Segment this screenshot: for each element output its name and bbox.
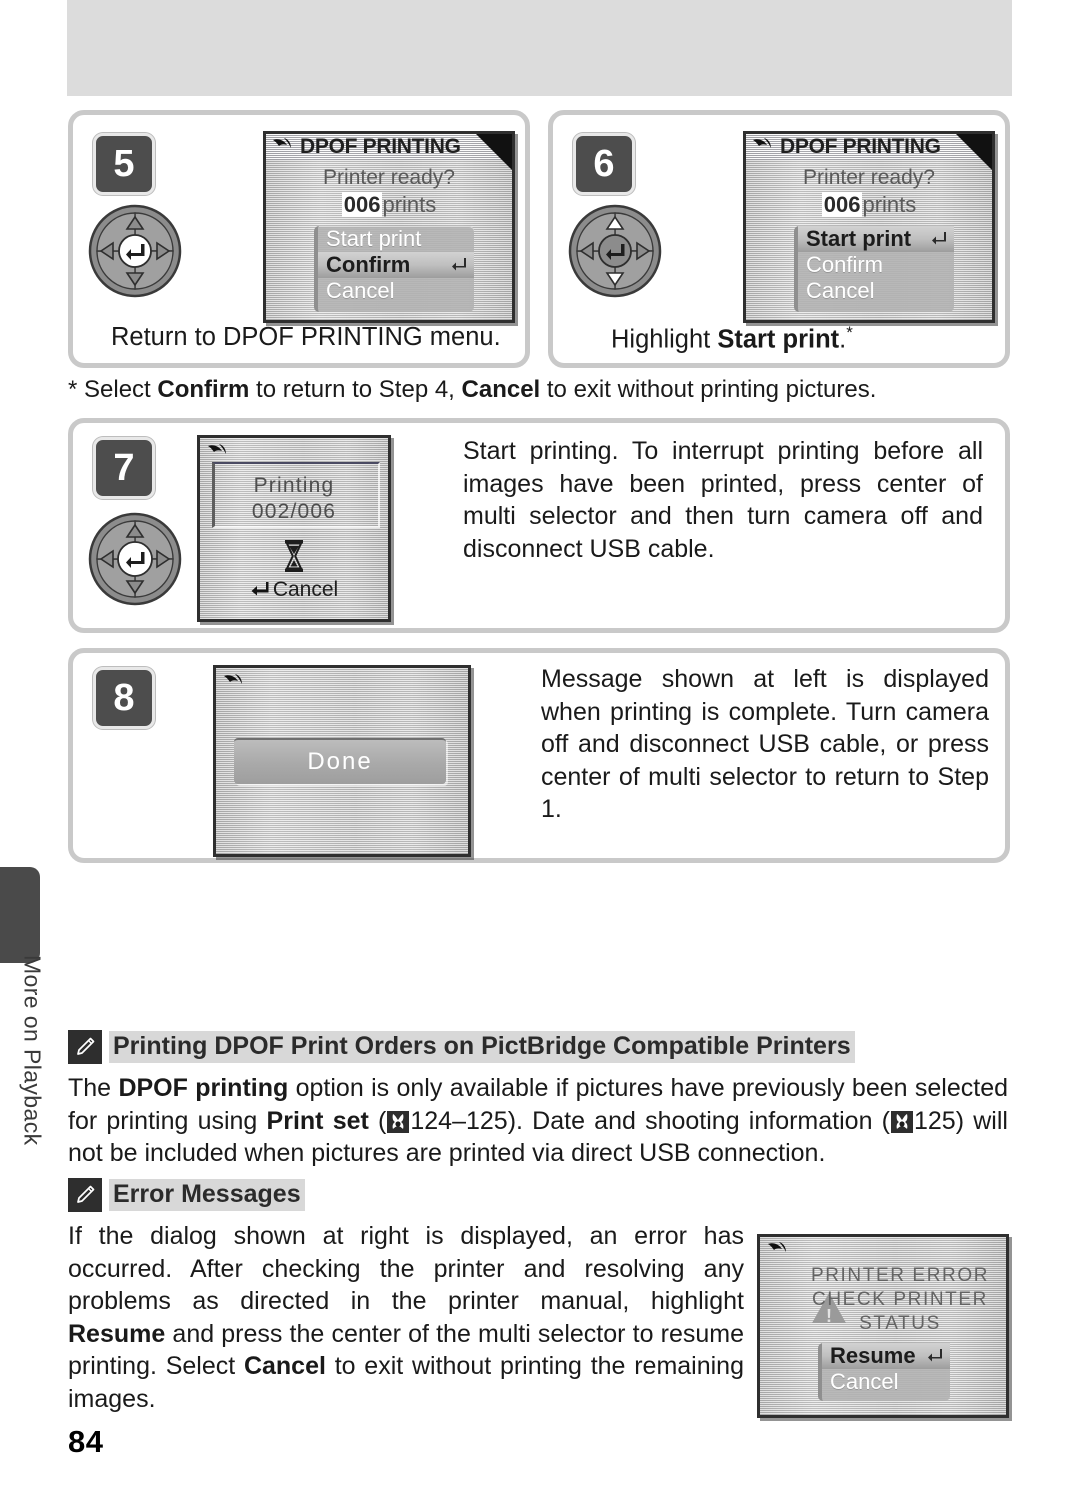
menu-item-confirm[interactable]: Confirm xyxy=(318,252,474,278)
note-title: Error Messages xyxy=(109,1179,305,1211)
step6-caption-prefix: Highlight xyxy=(611,325,718,354)
step6-caption-bold: Start print xyxy=(717,325,840,354)
step5-caption: Return to DPOF PRINTING menu. xyxy=(111,323,501,352)
page-reference-icon xyxy=(891,1110,913,1133)
lcd-screen-step7: Printing 002/006 Cancel xyxy=(197,435,391,622)
note1-part4: ). Date and shooting information ( xyxy=(507,1106,890,1135)
print-count-unit: prints xyxy=(382,192,437,217)
lcd-menu: Start print Confirm Cancel xyxy=(314,226,474,312)
page-number: 84 xyxy=(68,1424,104,1459)
multi-selector-dial xyxy=(87,511,183,607)
lcd-cancel-row[interactable]: Cancel xyxy=(200,578,388,602)
note2-bold-resume: Resume xyxy=(68,1319,166,1348)
corner-flag-icon xyxy=(956,134,992,170)
print-progress-value: 002/006 xyxy=(251,500,337,523)
lcd-print-count: 006prints xyxy=(746,192,992,218)
note1-part1: The xyxy=(68,1074,119,1102)
print-status-label: Printing xyxy=(253,474,335,497)
step-number-badge: 7 xyxy=(93,437,155,499)
done-message-box: Done xyxy=(234,738,446,784)
menu-item-resume-label: Resume xyxy=(830,1343,916,1368)
step8-description: Message shown at left is displayed when … xyxy=(541,665,989,823)
note1-bold-dpof-printing: DPOF printing xyxy=(118,1074,289,1102)
enter-icon xyxy=(931,226,948,252)
lcd-screen-step6: DPOF PRINTING Printer ready? 006prints S… xyxy=(743,131,995,323)
note-heading-error: Error Messages xyxy=(68,1178,305,1212)
print-count-unit: prints xyxy=(862,192,917,217)
footnote-part2: to return to Step 4, xyxy=(249,376,462,403)
note-title: Printing DPOF Print Orders on PictBridge… xyxy=(109,1031,855,1063)
enter-icon xyxy=(927,1343,944,1369)
corner-flag-icon xyxy=(476,134,512,170)
note2-bold-cancel: Cancel xyxy=(243,1352,326,1380)
pictbridge-icon xyxy=(271,136,295,158)
error-line-3: STATUS xyxy=(859,1313,941,1334)
chapter-tab xyxy=(0,867,40,963)
note-body-dpof: The DPOF printing option is only availab… xyxy=(68,1072,1008,1170)
enter-icon xyxy=(250,578,270,602)
error-line-2: CHECK PRINTER xyxy=(812,1289,988,1310)
menu-item-confirm-label: Confirm xyxy=(326,252,411,277)
pencil-icon xyxy=(68,1178,102,1212)
note-body-error: If the dialog shown at right is displaye… xyxy=(68,1220,744,1415)
note-heading-dpof: Printing DPOF Print Orders on PictBridge… xyxy=(68,1030,855,1064)
lcd-menu: Start print Confirm Cancel xyxy=(794,226,954,312)
step-number-badge: 6 xyxy=(573,133,635,195)
pictbridge-icon xyxy=(751,136,775,158)
chapter-tab-label: More on Playback xyxy=(19,955,46,1146)
note1-part3: ( xyxy=(368,1106,387,1135)
menu-item-start-print[interactable]: Start print xyxy=(318,226,474,252)
lcd-screen-error: ! PRINTER ERROR CHECK PRINTER STATUS Res… xyxy=(757,1234,1009,1418)
error-line-1: PRINTER ERROR xyxy=(810,1265,990,1286)
chapter-tab-label-wrap: More on Playback xyxy=(10,955,54,1185)
menu-item-cancel[interactable]: Cancel xyxy=(822,1369,950,1395)
menu-item-cancel[interactable]: Cancel xyxy=(798,278,954,304)
lcd-print-count: 006prints xyxy=(266,192,512,218)
multi-selector-dial xyxy=(87,203,183,299)
pictbridge-icon xyxy=(766,1240,790,1262)
step-panel-8: 8 Done Message shown at left is displaye… xyxy=(68,648,1010,863)
step6-caption: Highlight Start print.* xyxy=(611,323,853,355)
lcd-cancel-label: Cancel xyxy=(272,578,339,601)
pictbridge-icon xyxy=(206,442,230,464)
step-panel-6: 6 DPOF PRINTING Printer ready? 006prints… xyxy=(548,110,1010,368)
footnote-part1: Select xyxy=(77,376,158,403)
page-reference-icon xyxy=(387,1110,410,1133)
note1-ref1: 124–125 xyxy=(410,1106,508,1135)
note2-part1: If the dialog shown at right is displaye… xyxy=(68,1222,744,1315)
hourglass-icon xyxy=(282,540,306,577)
footnote-star: * xyxy=(68,376,78,403)
note1-bold-print-set: Print set xyxy=(266,1106,369,1135)
step-panel-5: 5 DPOF PRINTING Printer ready? 006prints… xyxy=(68,110,530,368)
menu-item-start-print[interactable]: Start print xyxy=(798,226,954,252)
pencil-icon xyxy=(68,1030,102,1064)
footnote-part3: to exit without printing pictures. xyxy=(540,376,877,403)
footnote: * Select Confirm to return to Step 4, Ca… xyxy=(68,376,1008,404)
menu-item-confirm[interactable]: Confirm xyxy=(798,252,954,278)
lcd-screen-step8: Done xyxy=(213,665,471,857)
enter-icon xyxy=(451,252,468,278)
menu-item-resume[interactable]: Resume xyxy=(822,1343,950,1369)
step-number-badge: 8 xyxy=(93,667,155,729)
lcd-subtitle: Printer ready? xyxy=(323,166,455,189)
step7-description: Start printing. To interrupt printing be… xyxy=(463,437,983,563)
footnote-bold-cancel: Cancel xyxy=(461,376,541,403)
menu-item-cancel[interactable]: Cancel xyxy=(318,278,474,304)
lcd-screen-step5: DPOF PRINTING Printer ready? 006prints S… xyxy=(263,131,515,323)
step-panel-7: 7 Printing 002/006 Cancel Start printing… xyxy=(68,418,1010,633)
footnote-bold-confirm: Confirm xyxy=(157,376,250,403)
step-number-badge: 5 xyxy=(93,133,155,195)
pictbridge-icon xyxy=(222,672,246,694)
print-count-value: 006 xyxy=(821,192,863,217)
error-menu: Resume Cancel xyxy=(818,1343,950,1401)
footnote-marker: * xyxy=(846,323,853,342)
note1-ref2: 125 xyxy=(914,1106,956,1135)
multi-selector-dial xyxy=(567,203,663,299)
menu-item-start-print-label: Start print xyxy=(806,226,912,251)
step5-caption-text: Return to DPOF PRINTING menu. xyxy=(111,323,501,351)
page-header-band xyxy=(67,0,1012,96)
print-count-value: 006 xyxy=(341,192,383,217)
lcd-subtitle: Printer ready? xyxy=(803,166,935,189)
